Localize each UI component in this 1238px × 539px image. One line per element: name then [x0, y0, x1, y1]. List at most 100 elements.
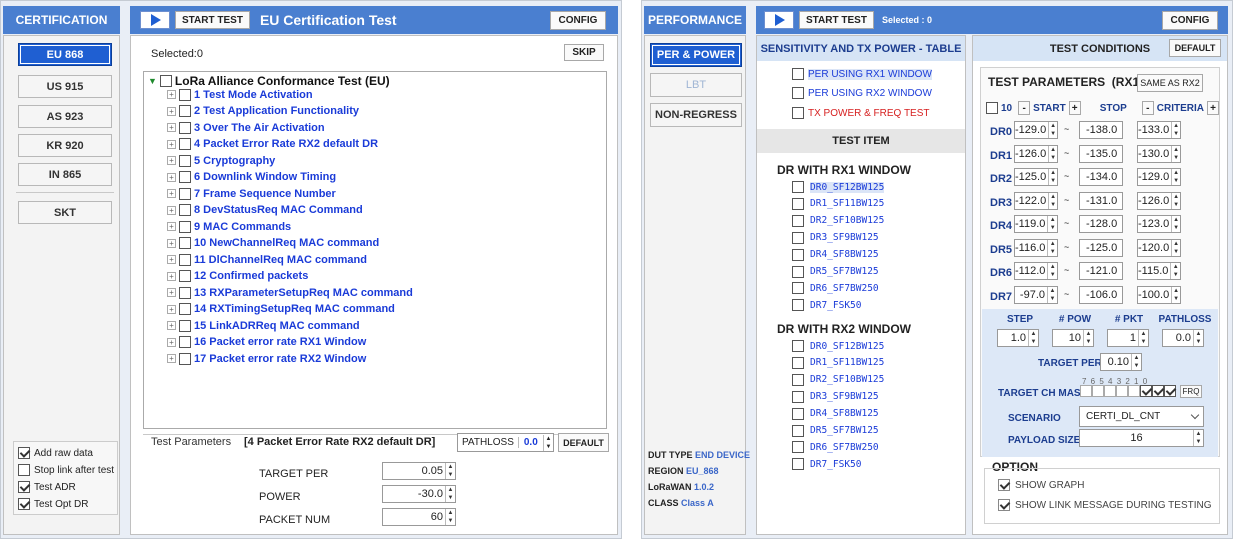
start-input[interactable]: -97.0 ▲ ▼	[1014, 285, 1058, 304]
stop-input[interactable]: -134.0	[1079, 168, 1123, 186]
plus-icon[interactable]: +	[1068, 101, 1081, 115]
checkbox[interactable]	[792, 390, 804, 403]
tree-item[interactable]: +9 MAC Commands	[167, 219, 291, 234]
checkbox[interactable]	[159, 75, 172, 87]
checkbox[interactable]	[179, 171, 191, 183]
conditions-default-button[interactable]: DEFAULT	[1169, 39, 1221, 57]
region-button-skt[interactable]: SKT	[18, 201, 112, 224]
checkbox[interactable]	[179, 187, 191, 200]
spin-arrows-icon[interactable]: ▲ ▼	[1048, 169, 1057, 185]
payload-input[interactable]: 16 ▲ ▼	[1079, 429, 1204, 447]
expand-icon[interactable]: +	[167, 288, 176, 297]
test-item-rx1[interactable]: DR3_SF9BW125	[792, 231, 879, 244]
spin-arrows-icon[interactable]: ▲ ▼	[1131, 354, 1141, 370]
checkbox[interactable]	[792, 107, 804, 119]
packet-num-input[interactable]: 60 ▲ ▼	[382, 508, 456, 526]
criteria-input[interactable]: -120.0 ▲ ▼	[1137, 238, 1181, 257]
stop-input[interactable]: -125.0	[1079, 238, 1123, 257]
spin-arrows-icon[interactable]: ▲ ▼	[1171, 145, 1180, 162]
spin-arrows-icon[interactable]: ▲ ▼	[1171, 286, 1180, 303]
minus-icon[interactable]: -	[1141, 101, 1154, 115]
mask-bit-1[interactable]	[1152, 385, 1164, 397]
pkt-input[interactable]: 1 ▲ ▼	[1107, 329, 1149, 347]
tree-item[interactable]: +10 NewChannelReq MAC command	[167, 236, 379, 251]
spin-arrows-icon[interactable]: ▲ ▼	[445, 486, 455, 502]
step-input[interactable]: 1.0 ▲ ▼	[997, 329, 1039, 347]
tree-item[interactable]: +17 Packet error rate RX2 Window	[167, 351, 366, 366]
mask-bit-2[interactable]	[1140, 385, 1152, 397]
stop-input[interactable]: -106.0	[1079, 285, 1123, 304]
expand-icon[interactable]: +	[167, 354, 176, 363]
checkbox[interactable]	[179, 154, 191, 167]
checkbox[interactable]	[179, 138, 191, 150]
criteria-input[interactable]: -123.0 ▲ ▼	[1137, 215, 1181, 233]
start-input[interactable]: -116.0 ▲ ▼	[1014, 238, 1058, 257]
option-show-graph[interactable]: SHOW GRAPH	[998, 479, 1084, 491]
pow-input[interactable]: 10 ▲ ▼	[1052, 329, 1094, 347]
pathloss-input[interactable]: 0.0 ▲ ▼	[1162, 329, 1204, 347]
tree-item[interactable]: +16 Packet error rate RX1 Window	[167, 335, 366, 350]
minus-icon[interactable]: -	[1018, 101, 1031, 115]
spin-arrows-icon[interactable]: ▲ ▼	[1171, 192, 1180, 209]
start-input[interactable]: -122.0 ▲ ▼	[1014, 191, 1058, 210]
checkbox[interactable]	[179, 253, 191, 266]
expand-icon[interactable]: +	[167, 304, 176, 314]
mask-bit-0[interactable]	[1164, 385, 1176, 397]
spin-arrows-icon[interactable]: ▲ ▼	[1171, 122, 1180, 138]
play-icon[interactable]	[764, 11, 794, 29]
test-item-rx2[interactable]: DR6_SF7BW250	[792, 441, 879, 454]
expand-icon[interactable]: +	[167, 337, 176, 347]
test-item-rx2[interactable]: DR7_FSK50	[792, 458, 861, 471]
same-as-rx2-button[interactable]: SAME AS RX2	[1137, 74, 1203, 92]
tree-item[interactable]: +8 DevStatusReq MAC Command	[167, 203, 363, 218]
spin-arrows-icon[interactable]: ▲ ▼	[445, 463, 455, 479]
checkbox[interactable]	[18, 464, 30, 476]
region-button-in865[interactable]: IN 865	[18, 163, 112, 186]
expand-icon[interactable]: +	[167, 106, 176, 116]
stop-input[interactable]: -138.0	[1079, 121, 1123, 139]
test-item-rx2[interactable]: DR2_SF10BW125	[792, 373, 884, 386]
checkbox[interactable]	[792, 197, 804, 210]
test-item-rx2[interactable]: DR1_SF11BW125	[792, 356, 884, 369]
tree-item[interactable]: +12 Confirmed packets	[167, 269, 308, 284]
checkbox[interactable]	[179, 88, 191, 101]
test-item-rx2[interactable]: DR5_SF7BW125	[792, 424, 879, 437]
play-icon[interactable]	[140, 11, 170, 29]
checkbox[interactable]	[792, 231, 804, 244]
expand-icon[interactable]: +	[167, 172, 176, 182]
checkbox[interactable]	[18, 481, 30, 493]
spin-arrows-icon[interactable]: ▲ ▼	[1028, 330, 1038, 346]
start-input[interactable]: -119.0 ▲ ▼	[1014, 215, 1058, 233]
ch-mask-bits[interactable]	[1080, 385, 1176, 397]
mode-option-tx-power[interactable]: TX POWER & FREQ TEST	[792, 107, 930, 119]
tree-item[interactable]: +2 Test Application Functionality	[167, 104, 359, 119]
expand-icon[interactable]: +	[167, 255, 176, 264]
tab-lbt[interactable]: LBT	[650, 73, 742, 97]
checkbox[interactable]	[179, 220, 191, 233]
spin-arrows-icon[interactable]: ▲ ▼	[1193, 430, 1203, 446]
spin-arrows-icon[interactable]: ▲ ▼	[1047, 263, 1057, 279]
option-show-link-message[interactable]: SHOW LINK MESSAGE DURING TESTING	[998, 499, 1212, 511]
checkbox[interactable]	[792, 340, 804, 352]
expand-icon[interactable]: +	[167, 271, 176, 281]
spin-arrows-icon[interactable]: ▲ ▼	[445, 509, 455, 525]
stop-input[interactable]: -131.0	[1079, 191, 1123, 210]
spin-arrows-icon[interactable]: ▲ ▼	[1083, 330, 1093, 346]
target-per-input[interactable]: 0.10 ▲ ▼	[1100, 353, 1142, 371]
checkbox[interactable]	[792, 424, 804, 437]
mask-bit-4[interactable]	[1116, 385, 1128, 397]
option-test-opt-dr[interactable]: Test Opt DR	[18, 498, 88, 510]
checkbox[interactable]	[179, 204, 191, 216]
start-input[interactable]: -112.0 ▲ ▼	[1014, 262, 1058, 280]
checkbox[interactable]	[792, 373, 804, 386]
checkbox[interactable]	[18, 498, 30, 510]
expand-icon[interactable]: +	[167, 123, 176, 132]
start-input[interactable]: -129.0 ▲ ▼	[1014, 121, 1058, 139]
spin-arrows-icon[interactable]: ▲ ▼	[1048, 192, 1057, 209]
start-test-button[interactable]: START TEST	[799, 11, 874, 29]
start-input[interactable]: -126.0 ▲ ▼	[1014, 144, 1058, 163]
spin-arrows-icon[interactable]: ▲ ▼	[1048, 122, 1057, 138]
collapse-icon[interactable]: ▼	[148, 76, 157, 86]
tab-per-power[interactable]: PER & POWER	[650, 43, 742, 67]
test-item-rx1[interactable]: DR5_SF7BW125	[792, 265, 879, 278]
